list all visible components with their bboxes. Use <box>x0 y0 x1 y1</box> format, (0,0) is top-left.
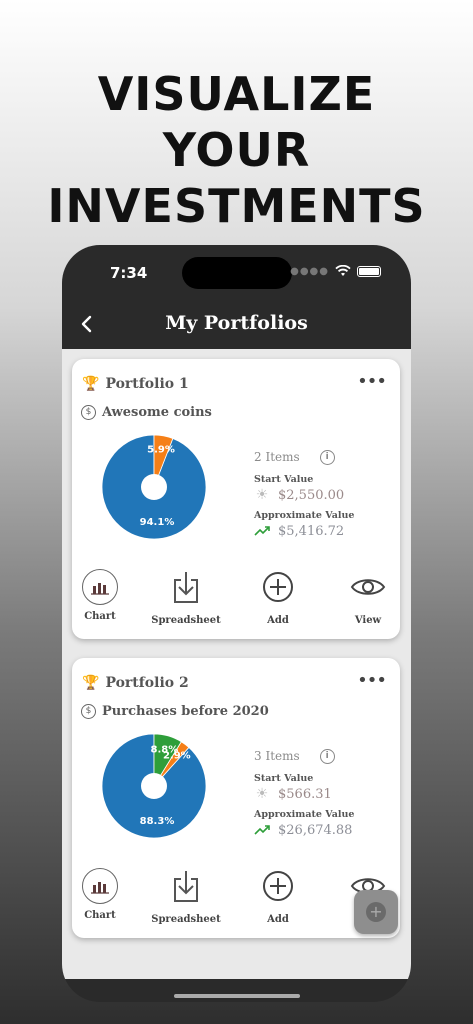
portfolio-list: 🏆 Portfolio 1 ••• $ Awesome coins 94.1% 5… <box>62 349 411 979</box>
bar-chart-icon <box>82 569 118 605</box>
eye-icon <box>350 579 386 595</box>
trending-up-icon <box>254 825 270 835</box>
pie-slice-label: 5.9% <box>147 445 175 456</box>
card-header: 🏆 Portfolio 1 ••• <box>82 371 390 395</box>
card-header: 🏆 Portfolio 2 ••• <box>82 670 390 694</box>
chart-label: Chart <box>84 611 116 622</box>
portfolio-name: Portfolio 1 <box>105 376 189 392</box>
sub-header: $ Awesome coins <box>81 405 212 420</box>
start-value-label: Start Value <box>254 474 314 485</box>
plus-icon: + <box>366 902 386 922</box>
pie-slice-label: 8.8% <box>151 744 179 755</box>
trending-up-icon <box>254 526 270 536</box>
portfolio-card: 🏆 Portfolio 1 ••• $ Awesome coins 94.1% 5… <box>72 359 400 639</box>
spreadsheet-label: Spreadsheet <box>151 914 221 925</box>
add-button[interactable]: Add <box>238 868 318 925</box>
allocation-pie-chart: 94.1% 5.9% <box>101 434 207 540</box>
pie-center-hole <box>141 474 167 500</box>
dynamic-island <box>182 257 292 289</box>
pie-center-hole <box>141 773 167 799</box>
view-button[interactable]: View <box>328 569 408 626</box>
dollar-coin-icon: $ <box>81 704 96 719</box>
pie-slice-label: 94.1% <box>140 517 175 528</box>
signal-icon: ●●●● <box>290 265 329 277</box>
sun-icon: ☀ <box>255 487 269 503</box>
sun-icon: ☀ <box>255 786 269 802</box>
add-label: Add <box>267 615 289 626</box>
floating-add-button[interactable]: + <box>354 890 398 934</box>
download-tray-icon <box>174 572 198 603</box>
start-value-label: Start Value <box>254 773 314 784</box>
navigation-bar: My Portfolios <box>62 301 411 349</box>
items-count: 2 Items <box>254 450 300 464</box>
portfolio-subtitle: Awesome coins <box>102 405 212 420</box>
card-actions: Chart Spreadsheet Add View <box>72 868 400 934</box>
spreadsheet-label: Spreadsheet <box>151 615 221 626</box>
home-indicator <box>174 994 300 998</box>
headline: VISUALIZE YOUR INVESTMENTS <box>0 66 473 234</box>
plus-circle-icon <box>263 871 293 901</box>
portfolio-stats: 2 Items i Start Value ☀ $2,550.00 Approx… <box>254 447 394 539</box>
status-bar: 7:34 ●●●● <box>62 245 411 301</box>
phone-frame: 7:34 ●●●● My Portfolios 🏆 Portfolio 1 ••… <box>62 245 411 1002</box>
dollar-coin-icon: $ <box>81 405 96 420</box>
status-time: 7:34 <box>110 264 148 282</box>
info-icon[interactable]: i <box>319 748 335 764</box>
start-value: $566.31 <box>278 786 332 802</box>
add-label: Add <box>267 914 289 925</box>
approx-value: $5,416.72 <box>278 523 345 539</box>
download-tray-icon <box>174 871 198 902</box>
headline-line-1: VISUALIZE <box>97 67 376 121</box>
spreadsheet-button[interactable]: Spreadsheet <box>146 569 226 626</box>
allocation-pie-chart: 88.3%2.9%8.8% <box>101 733 207 839</box>
approx-value-label: Approximate Value <box>254 809 355 820</box>
approx-value-label: Approximate Value <box>254 510 355 521</box>
plus-circle-icon <box>263 572 293 602</box>
portfolio-name: Portfolio 2 <box>105 675 189 691</box>
start-value: $2,550.00 <box>278 487 345 503</box>
items-count: 3 Items <box>254 749 300 763</box>
card-actions: Chart Spreadsheet Add View <box>72 569 400 635</box>
info-icon[interactable]: i <box>319 449 335 465</box>
approx-value: $26,674.88 <box>278 822 353 838</box>
headline-line-3: INVESTMENTS <box>47 179 426 233</box>
page-title: My Portfolios <box>165 312 308 334</box>
portfolio-stats: 3 Items i Start Value ☀ $566.31 Approxim… <box>254 746 394 838</box>
spreadsheet-button[interactable]: Spreadsheet <box>146 868 226 925</box>
start-value-row: ☀ $2,550.00 <box>254 487 394 503</box>
approx-value-row: $26,674.88 <box>254 822 394 838</box>
more-options-button[interactable]: ••• <box>357 371 387 392</box>
add-button[interactable]: Add <box>238 569 318 626</box>
start-value-row: ☀ $566.31 <box>254 786 394 802</box>
trophy-icon: 🏆 <box>82 675 100 691</box>
status-icons: ●●●● <box>290 265 381 277</box>
chart-button[interactable]: Chart <box>62 569 140 622</box>
bar-chart-icon <box>82 868 118 904</box>
pie-slice-label: 88.3% <box>140 816 175 827</box>
trophy-icon: 🏆 <box>82 376 100 392</box>
approx-value-row: $5,416.72 <box>254 523 394 539</box>
sub-header: $ Purchases before 2020 <box>81 704 269 719</box>
battery-icon <box>357 265 381 277</box>
portfolio-subtitle: Purchases before 2020 <box>102 704 269 719</box>
chart-button[interactable]: Chart <box>62 868 140 921</box>
view-label: View <box>354 615 382 626</box>
portfolio-card: 🏆 Portfolio 2 ••• $ Purchases before 202… <box>72 658 400 938</box>
more-options-button[interactable]: ••• <box>357 670 387 691</box>
headline-line-2: YOUR <box>162 123 311 177</box>
chart-label: Chart <box>84 910 116 921</box>
wifi-icon <box>335 265 351 276</box>
